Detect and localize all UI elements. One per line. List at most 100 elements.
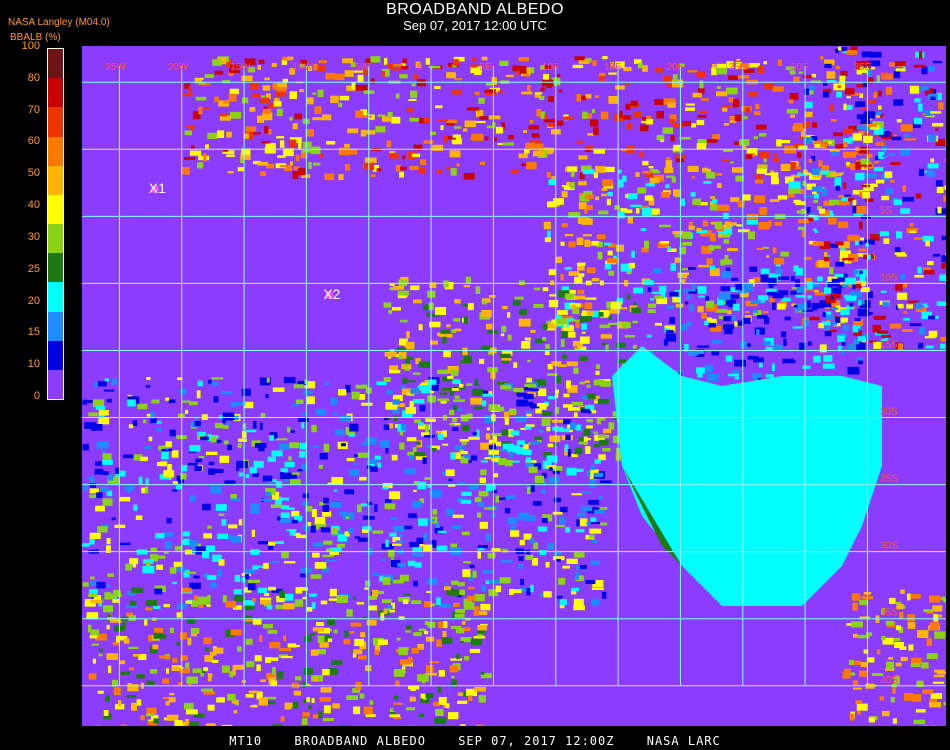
cloud-pixel	[385, 539, 389, 548]
cloud-pixel	[270, 560, 280, 563]
cloud-pixel	[507, 334, 512, 341]
cloud-pixel	[454, 444, 465, 450]
cloud-pixel	[759, 207, 768, 215]
cloud-pixel	[488, 115, 501, 120]
cloud-pixel	[620, 208, 628, 212]
cloud-pixel	[566, 361, 578, 367]
cloud-pixel	[613, 255, 617, 259]
cloud-pixel	[163, 697, 170, 700]
cloud-pixel	[212, 59, 222, 66]
cloud-pixel	[793, 123, 804, 131]
cloud-pixel	[858, 300, 862, 306]
cloud-pixel	[643, 280, 654, 285]
cloud-pixel	[442, 336, 447, 344]
cloud-pixel	[203, 667, 209, 672]
cloud-pixel	[642, 160, 649, 166]
cloud-pixel	[446, 72, 456, 79]
cloud-pixel	[667, 305, 674, 309]
cloud-pixel	[392, 64, 403, 67]
cloud-pixel	[717, 86, 721, 89]
cloud-pixel	[696, 71, 706, 78]
cloud-pixel	[860, 287, 870, 293]
cloud-pixel	[477, 625, 487, 631]
cloud-pixel	[364, 587, 369, 590]
cloud-pixel	[375, 126, 386, 133]
cloud-pixel	[717, 204, 730, 211]
cloud-pixel	[112, 593, 122, 598]
cloud-pixel	[508, 134, 514, 140]
cloud-pixel	[334, 489, 338, 492]
cloud-pixel	[826, 71, 836, 79]
cloud-pixel	[464, 454, 470, 459]
cloud-pixel	[772, 302, 776, 310]
cloud-pixel	[549, 467, 553, 471]
cloud-pixel	[413, 372, 421, 375]
cloud-pixel	[99, 648, 103, 652]
cloud-pixel	[273, 101, 282, 107]
cloud-pixel	[927, 163, 939, 169]
cloud-pixel	[352, 596, 356, 600]
cloud-pixel	[772, 86, 784, 92]
cloud-pixel	[221, 724, 233, 726]
cloud-pixel	[811, 186, 823, 192]
cloud-pixel	[82, 582, 89, 587]
cloud-pixel	[166, 668, 169, 674]
cloud-pixel	[774, 258, 785, 265]
cloud-pixel	[563, 419, 571, 425]
cloud-pixel	[463, 173, 475, 180]
cloud-pixel	[443, 135, 448, 143]
cloud-pixel	[347, 128, 359, 134]
cloud-pixel	[524, 73, 529, 77]
cloud-pixel	[734, 359, 746, 367]
cloud-pixel	[498, 90, 505, 93]
cloud-pixel	[792, 326, 804, 329]
cloud-pixel	[704, 364, 713, 373]
cloud-pixel	[88, 673, 97, 680]
cloud-pixel	[723, 239, 730, 244]
cloud-pixel	[844, 194, 851, 197]
cloud-pixel	[849, 303, 854, 307]
cloud-pixel	[902, 196, 914, 202]
cloud-pixel	[401, 66, 409, 70]
cloud-pixel	[391, 116, 401, 124]
cloud-pixel	[338, 389, 347, 396]
cloud-pixel	[224, 440, 229, 445]
cloud-pixel	[454, 126, 462, 129]
cloud-pixel	[284, 461, 295, 468]
cloud-pixel	[310, 574, 322, 579]
cloud-pixel	[585, 94, 592, 99]
cloud-pixel	[126, 695, 137, 699]
cloud-pixel	[737, 75, 750, 79]
cloud-pixel	[339, 95, 350, 101]
cloud-pixel	[314, 106, 322, 114]
cloud-pixel	[185, 718, 189, 725]
cloud-pixel	[642, 208, 652, 216]
cloud-pixel	[812, 122, 817, 128]
cloud-pixel	[428, 65, 441, 69]
cloud-pixel	[525, 410, 532, 413]
cloud-pixel	[831, 307, 839, 310]
cloud-pixel	[487, 553, 496, 559]
cloud-pixel	[173, 561, 183, 568]
cloud-pixel	[437, 686, 442, 693]
cloud-pixel	[440, 329, 450, 334]
cloud-pixel	[312, 627, 325, 632]
cloud-pixel	[562, 116, 574, 120]
cloud-pixel	[710, 265, 716, 270]
cloud-pixel	[237, 443, 242, 449]
cloud-pixel	[420, 693, 426, 699]
cloud-pixel	[398, 616, 405, 620]
cloud-pixel	[783, 338, 787, 346]
cloud-pixel	[524, 426, 532, 430]
cloud-pixel	[686, 294, 691, 300]
cloud-pixel	[197, 380, 203, 387]
cloud-pixel	[477, 547, 485, 551]
cloud-pixel	[424, 435, 435, 438]
cloud-pixel	[238, 519, 243, 526]
cloud-pixel	[186, 571, 196, 574]
cloud-pixel	[673, 189, 682, 197]
cloud-pixel	[578, 155, 588, 160]
cloud-pixel	[734, 114, 741, 122]
cloud-pixel	[823, 326, 831, 331]
cloud-pixel	[227, 693, 236, 701]
